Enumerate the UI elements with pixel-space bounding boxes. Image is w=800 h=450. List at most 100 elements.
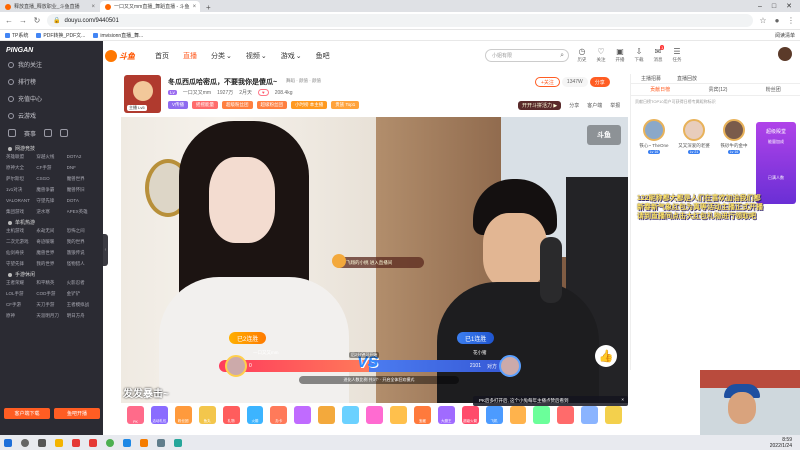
url-field[interactable]: 🔒 douyu.com/9440501 (47, 14, 753, 27)
browser-tab[interactable]: 释放直播_释放职业_斗鱼直播 × (0, 1, 100, 12)
tab-recruit[interactable]: 主播招募 (641, 75, 661, 82)
start-live-button[interactable]: ▣ 开播 (613, 47, 627, 63)
shield-icon[interactable] (60, 129, 69, 137)
sidebar-category-item[interactable]: 逆水寒 (36, 208, 66, 216)
bookmark-star-icon[interactable]: ☆ (759, 16, 767, 25)
close-tab-icon[interactable]: × (193, 4, 197, 10)
room-badge[interactable]: 贵族 Top1 (331, 101, 360, 109)
app-icon[interactable] (72, 438, 80, 447)
app-icon[interactable] (174, 438, 182, 447)
gift-item[interactable]: 粉丝团 (174, 406, 192, 424)
gift-item[interactable]: 鱼丸 (198, 406, 216, 424)
sidebar-category-item[interactable]: CF手游 (6, 301, 36, 309)
room-badge[interactable]: V传播 (168, 101, 189, 109)
gift-item[interactable] (318, 406, 336, 424)
tab-replay[interactable]: 直播回放 (677, 75, 697, 82)
app-icon[interactable] (140, 438, 148, 447)
nav-category[interactable]: 分类 ⌄ (211, 51, 232, 61)
browser-tab-active[interactable]: 一口又又mm直播_舞蹈直播 - 斗鱼 × (100, 1, 200, 12)
gift-item[interactable] (557, 406, 575, 424)
sidebar-category-item[interactable]: 饿狼传说 (67, 249, 97, 257)
sidebar-category-item[interactable]: 二次元游戏 (6, 238, 36, 246)
room-badge[interactable]: 小时榜 本主播 (291, 101, 328, 109)
sidebar-category-item[interactable]: 魔兽世界 (67, 175, 97, 183)
pk-left-avatar[interactable] (225, 355, 247, 377)
close-window-icon[interactable]: ✕ (786, 2, 792, 10)
chrome-icon[interactable] (106, 438, 114, 447)
history-button[interactable]: ◷ 历史 (575, 47, 589, 63)
sidebar-category-item[interactable]: 守望先锋 (6, 260, 36, 268)
sidebar-category-item[interactable]: 萨尔斯坦 (6, 175, 36, 183)
sidebar-category-item[interactable]: 原神 (6, 312, 36, 320)
sidebar-item-follow[interactable]: 我的关注 (0, 56, 103, 73)
sidebar-category-item[interactable]: 原神大全 (6, 164, 36, 172)
user-avatar[interactable] (778, 47, 792, 61)
client-download-button[interactable]: 客户端下载 (4, 408, 50, 419)
gift-item[interactable] (581, 406, 599, 424)
reload-icon[interactable]: ↻ (33, 16, 41, 25)
sidebar-category-item[interactable]: COD手游 (36, 290, 66, 298)
tab-daily-rank[interactable]: 贡献日榜 (650, 86, 670, 93)
sidebar-category-item[interactable]: 和平精英 (36, 279, 66, 287)
host-name[interactable]: 一口又又mm (183, 89, 211, 96)
pk-right-avatar[interactable] (499, 355, 521, 377)
download-button[interactable]: ⇩ 下载 (632, 47, 646, 63)
like-thumb-icon[interactable]: 👍 (595, 345, 617, 367)
sidebar-category-item[interactable]: 我的世界 (67, 238, 97, 246)
sidebar-category-item[interactable]: 守望先锋 (36, 197, 66, 205)
room-badge[interactable]: 超级粉丝团 (222, 101, 253, 109)
fishbar-start-button[interactable]: 鱼吧开播 (54, 408, 100, 419)
nav-fishbar[interactable]: 鱼吧 (316, 51, 330, 61)
client-tool[interactable]: 客户端 (587, 102, 602, 109)
sidebar-category-item[interactable]: CF手游 (36, 164, 66, 172)
gift-item[interactable] (294, 406, 312, 424)
promo-banner[interactable]: 超级殿堂 能量加成 已满人数 (756, 122, 796, 204)
sidebar-category-item[interactable]: 天刀手游 (36, 301, 66, 309)
sidebar-category-item[interactable]: 永劫无间 (36, 227, 66, 235)
gift-item[interactable]: 超级火箭 (461, 406, 479, 424)
sidebar-category-item[interactable]: 明日方舟 (67, 312, 97, 320)
sidebar-category-item[interactable]: 主机游戏 (6, 227, 36, 235)
room-badge[interactable]: 超级粉丝团 (256, 101, 288, 109)
gift-item[interactable]: 礼物 (222, 406, 240, 424)
sidebar-category-item[interactable]: 魔兽争霸 (36, 186, 66, 194)
share-tool[interactable]: 分享 (569, 102, 579, 109)
follow-button[interactable]: +关注 (535, 77, 560, 87)
sidebar-category-item[interactable]: CSGO (36, 175, 66, 183)
reading-list[interactable]: 阅读清单 (775, 32, 795, 39)
menu-icon[interactable]: ⋮ (787, 16, 795, 25)
room-category[interactable]: 舞蹈 · 颜值 · 颜值 (286, 78, 321, 84)
sidebar-category-item[interactable]: 魔兽世界 (36, 249, 66, 257)
sidebar-category-item[interactable]: 穿越火线 (36, 153, 66, 161)
gift-item[interactable]: 大魔王 (437, 406, 455, 424)
sidebar-category-item[interactable]: 天涯明月刀 (36, 312, 66, 320)
sidebar-category-item[interactable]: APEX英雄 (67, 208, 97, 216)
sidebar-category-item[interactable]: DNF (67, 164, 97, 172)
sidebar-category-item[interactable]: DOTA2 (67, 153, 97, 161)
report-tool[interactable]: 举报 (610, 102, 620, 109)
bookmark-item[interactable]: TP系统 (5, 32, 28, 39)
app-icon[interactable] (157, 438, 165, 447)
task-view-icon[interactable] (38, 438, 46, 447)
windows-start-icon[interactable] (4, 438, 12, 447)
close-tab-icon[interactable]: × (91, 4, 95, 10)
gift-item[interactable] (509, 406, 527, 424)
sidebar-collapse-handle[interactable]: ‹ (103, 234, 108, 266)
app-icon[interactable] (123, 438, 131, 447)
sidebar-category-item[interactable]: 魔兽怀旧 (67, 186, 97, 194)
douyu-logo[interactable]: 斗鱼 (103, 48, 137, 64)
trophy-icon[interactable] (8, 129, 16, 137)
new-tab-button[interactable]: + (200, 3, 217, 12)
bookmark-item[interactable]: imvisionn直播_舞... (93, 32, 143, 39)
gift-item[interactable]: 活动礼包 (150, 406, 168, 424)
gift-item[interactable] (605, 406, 623, 424)
nav-live[interactable]: 直播 (183, 51, 197, 61)
rank-entry[interactable]: 又又深爱的老婆 Lv 21 (677, 119, 711, 154)
sidebar-category-item[interactable]: 我的世界 (36, 260, 66, 268)
sidebar-category-item[interactable]: VALORANT (6, 197, 36, 205)
nav-video[interactable]: 视频 ⌄ (246, 51, 267, 61)
gift-item[interactable]: 飞机 (485, 406, 503, 424)
task-button[interactable]: ☰ 任务 (670, 47, 684, 63)
follow-button[interactable]: ♡ 关注 (594, 47, 608, 63)
sidebar-category-item[interactable]: 恐怖之间 (67, 227, 97, 235)
